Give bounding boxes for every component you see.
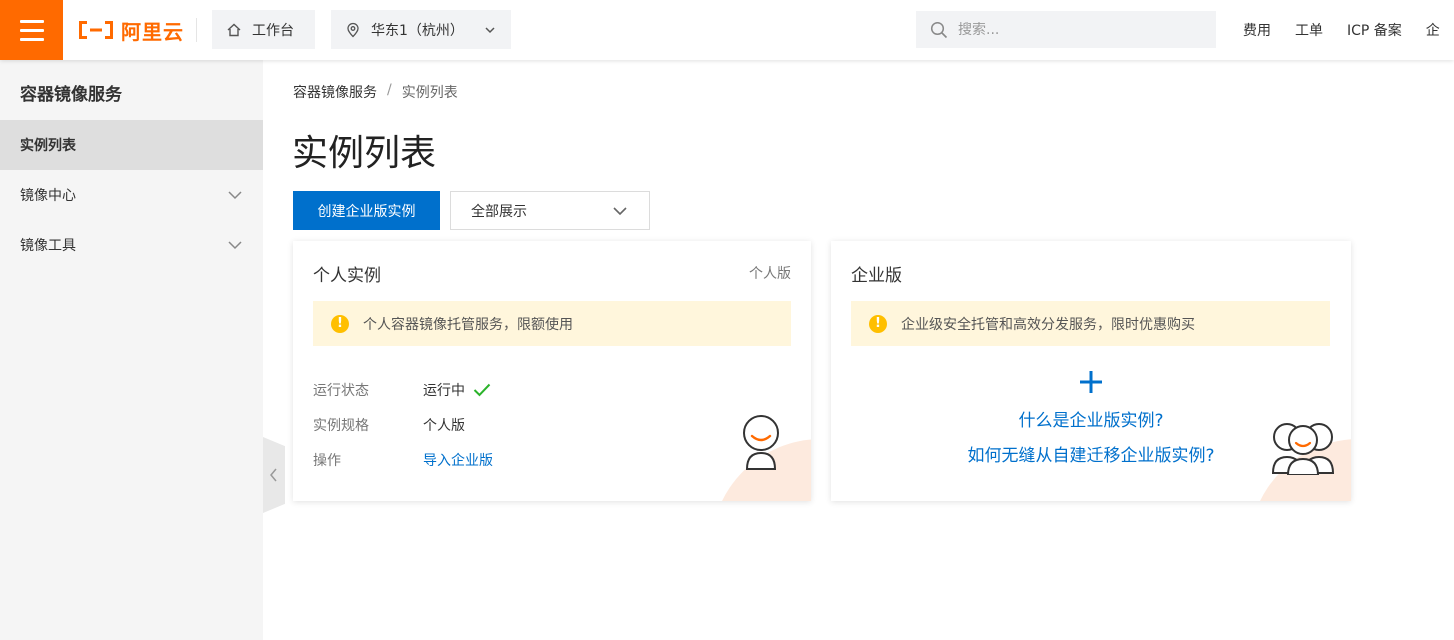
notice-text: 个人容器镜像托管服务，限额使用 <box>363 316 573 333</box>
card-title: 个人实例 <box>313 266 381 286</box>
sidebar-item-label: 实例列表 <box>20 138 76 154</box>
sidebar-item-label: 镜像工具 <box>20 238 76 254</box>
chevron-down-icon <box>228 241 242 250</box>
icp-link[interactable]: ICP 备案 <box>1347 20 1402 40</box>
page-title: 实例列表 <box>292 133 437 174</box>
brand-name: 阿里云 <box>121 19 184 44</box>
top-navbar: 阿里云 工作台 华东1（杭州） 费用 工单 ICP 备案 企 <box>0 0 1454 60</box>
card-title: 企业版 <box>851 266 902 286</box>
person-illustration-icon <box>743 415 779 470</box>
personal-instance-card: 个人实例 个人版 ! 个人容器镜像托管服务，限额使用 运行状态 运行中 实例规格… <box>293 241 811 501</box>
chevron-left-icon <box>270 468 277 482</box>
notice-text: 企业级安全托管和高效分发服务，限时优惠购买 <box>901 316 1195 333</box>
enterprise-instance-card: 企业版 ! 企业级安全托管和高效分发服务，限时优惠购买 什么是企业版实例? 如何… <box>831 241 1351 501</box>
aliyun-logo[interactable]: 阿里云 <box>77 14 184 46</box>
create-enterprise-instance-button[interactable]: 创建企业版实例 <box>293 191 440 230</box>
filter-selected-value: 全部展示 <box>471 203 527 220</box>
top-links: 费用 工单 ICP 备案 企 <box>1243 0 1454 60</box>
region-selector[interactable]: 华东1（杭州） <box>331 10 511 49</box>
sidebar-item-label: 镜像中心 <box>20 188 76 204</box>
region-label: 华东1（杭州） <box>371 22 464 39</box>
status-text: 运行中 <box>423 383 465 399</box>
status-value: 运行中 <box>423 380 491 400</box>
workbench-button[interactable]: 工作台 <box>212 10 315 49</box>
search-input[interactable] <box>958 21 1188 38</box>
sidebar-item-image-tools[interactable]: 镜像工具 <box>0 220 263 270</box>
sidebar-item-image-center[interactable]: 镜像中心 <box>0 170 263 220</box>
checkmark-icon <box>473 383 491 397</box>
location-pin-icon <box>345 22 361 38</box>
breadcrumb-root[interactable]: 容器镜像服务 <box>293 82 377 102</box>
sidebar-title: 容器镜像服务 <box>20 85 122 105</box>
spec-value: 个人版 <box>423 418 465 434</box>
menu-line <box>19 37 44 41</box>
menu-line <box>19 28 44 32</box>
warning-icon: ! <box>331 314 349 333</box>
breadcrumb: 容器镜像服务 / 实例列表 <box>293 82 458 102</box>
breadcrumb-current: 实例列表 <box>401 85 458 101</box>
chevron-down-icon <box>613 206 627 215</box>
search-box <box>916 11 1216 48</box>
spec-label: 实例规格 <box>313 418 369 434</box>
chevron-down-icon <box>483 23 497 37</box>
group-illustration-icon <box>1271 423 1335 475</box>
plus-icon[interactable] <box>1078 369 1104 395</box>
import-enterprise-link[interactable]: 导入企业版 <box>423 450 493 470</box>
ticket-link[interactable]: 工单 <box>1295 20 1323 40</box>
enterprise-link[interactable]: 企 <box>1426 20 1440 40</box>
notice-banner: ! 企业级安全托管和高效分发服务，限时优惠购买 <box>851 301 1330 346</box>
search-icon <box>930 21 948 38</box>
status-label: 运行状态 <box>313 383 369 399</box>
chevron-down-icon <box>228 191 242 200</box>
notice-banner: ! 个人容器镜像托管服务，限额使用 <box>313 301 791 346</box>
divider <box>196 18 197 42</box>
edition-tag: 个人版 <box>749 266 791 282</box>
menu-line <box>19 19 44 23</box>
home-icon <box>226 22 242 38</box>
sidebar-item-instances[interactable]: 实例列表 <box>0 120 263 170</box>
filter-select[interactable]: 全部展示 <box>450 191 650 230</box>
sidebar: 容器镜像服务 实例列表 镜像中心 镜像工具 <box>0 60 263 640</box>
billing-link[interactable]: 费用 <box>1243 20 1271 40</box>
aliyun-logo-icon <box>79 21 113 39</box>
sidebar-collapse-handle[interactable] <box>263 437 285 513</box>
hamburger-menu-button[interactable] <box>0 0 63 60</box>
action-label: 操作 <box>313 453 341 469</box>
warning-icon: ! <box>869 314 887 333</box>
workbench-label: 工作台 <box>252 22 294 39</box>
breadcrumb-separator: / <box>387 82 392 98</box>
